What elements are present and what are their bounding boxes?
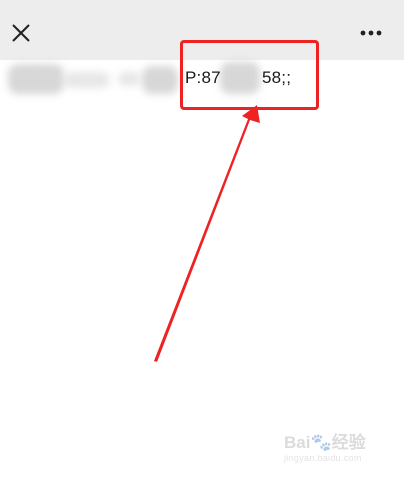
watermark-brand: Bai — [284, 433, 311, 452]
watermark-brand-suffix: 经验 — [331, 433, 366, 452]
watermark-logo: Bai🐾经验 jingyan.baidu.com — [284, 428, 380, 464]
paw-icon: 🐾 — [310, 433, 332, 452]
annotation-arrow — [154, 105, 260, 362]
watermark-url: jingyan.baidu.com — [284, 453, 362, 463]
